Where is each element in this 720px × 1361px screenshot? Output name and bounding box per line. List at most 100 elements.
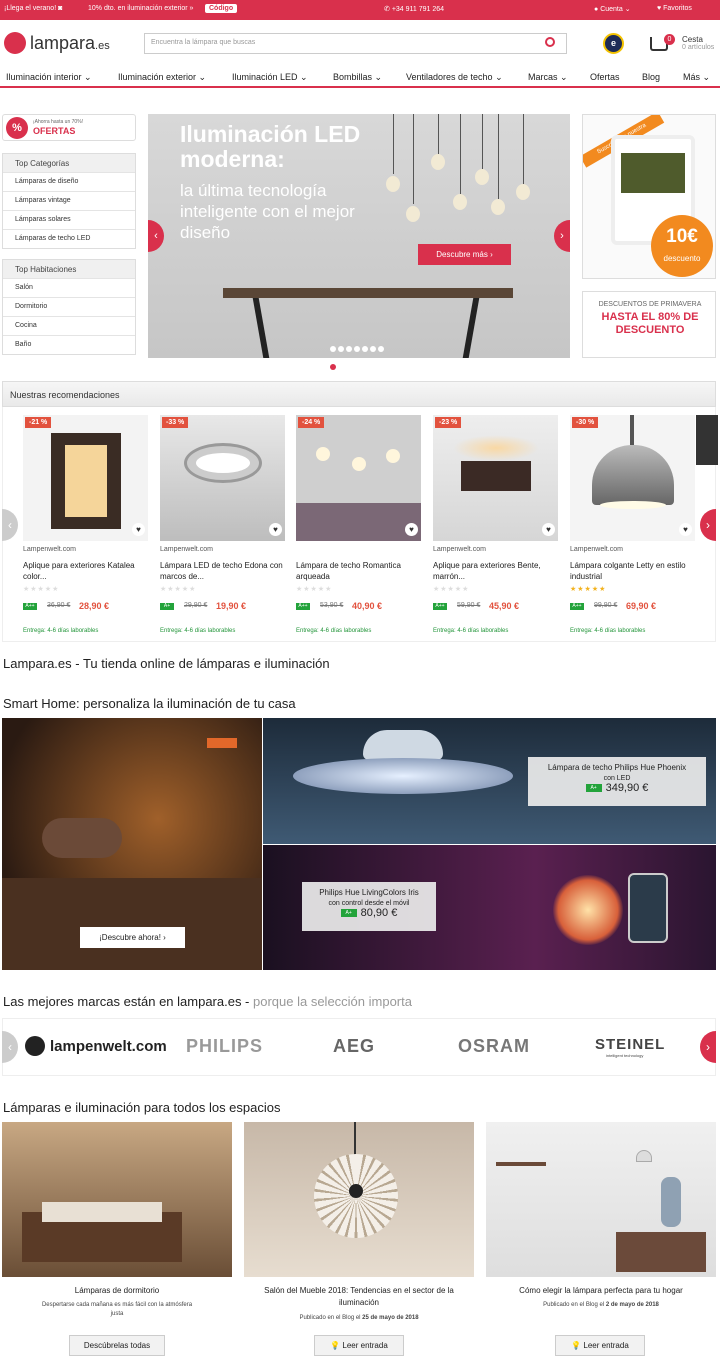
sidebar-item-living[interactable]: Salón [3, 278, 135, 297]
nav-item-more[interactable]: Más ⌄ [683, 72, 710, 83]
bulb-illustration [406, 206, 420, 222]
trusted-shops-badge[interactable]: e [603, 33, 624, 54]
product-card[interactable]: -21 % ♥ Lampenwelt.com Aplique para exte… [23, 415, 148, 640]
product-name[interactable]: Lámpara LED de techo Edona con marcos de… [160, 560, 285, 582]
product-name[interactable]: Lámpara colgante Letty en estilo industr… [570, 560, 695, 582]
product-image[interactable]: -24 % ♥ [296, 415, 421, 541]
read-post-button[interactable]: 💡 Leer entrada [555, 1335, 645, 1356]
newsletter-banner[interactable]: Suscríbete a nuestra NEWSLETTER 10€descu… [582, 114, 716, 279]
nav-item-bulbs[interactable]: Bombillas ⌄ [333, 72, 382, 83]
product-image[interactable]: -21 % ♥ [23, 415, 148, 541]
sidebar-item-kitchen[interactable]: Cocina [3, 316, 135, 335]
price: 19,90 € [216, 601, 247, 611]
heart-icon[interactable]: ♥ [405, 523, 418, 536]
slide-dot[interactable] [346, 346, 352, 352]
camera-icon: ◙ [58, 5, 63, 12]
hero-cta-button[interactable]: Descubre más › [418, 244, 511, 265]
card-subtitle: con LED [603, 775, 631, 782]
product-card[interactable]: -24 % ♥ Lámpara de techo Romantica arque… [296, 415, 421, 640]
nav-item-blog[interactable]: Blog [642, 72, 660, 82]
rating-stars: ★★★★★ [570, 586, 607, 593]
slide-dot[interactable] [330, 346, 336, 352]
brand-aeg[interactable]: AEG [333, 1036, 375, 1057]
product-name[interactable]: Aplique para exteriores Katalea color... [23, 560, 148, 582]
logo-text: lampara [30, 33, 96, 53]
space-card-title[interactable]: Cómo elegir la lámpara perfecta para tu … [486, 1285, 716, 1297]
recommendations-title: Nuestras recomendaciones [2, 381, 716, 407]
sidebar-item-led-ceiling[interactable]: Lámparas de techo LED [3, 229, 135, 248]
bedroom-image[interactable] [2, 1122, 232, 1277]
product-image[interactable]: -23 % ♥ [433, 415, 558, 541]
promo-outdoor-link[interactable]: 10% dto. en iluminación exterior » [88, 5, 193, 12]
choose-lamp-image[interactable] [486, 1122, 716, 1277]
cart-button[interactable]: 0 Cesta 0 artículos [650, 34, 720, 56]
search-input[interactable]: Encuentra la lámpara que buscas [144, 33, 567, 54]
brand-lampenwelt[interactable]: lampenwelt.com [50, 1038, 167, 1055]
product-name[interactable]: Lámpara de techo Romantica arqueada [296, 560, 421, 582]
salone-image[interactable] [244, 1122, 474, 1277]
search-button[interactable] [545, 37, 559, 51]
delivery-time: Entrega: 4-6 días laborables [160, 628, 236, 634]
heart-icon[interactable]: ♥ [132, 523, 145, 536]
nav-item-outdoor[interactable]: Iluminación exterior ⌄ [118, 72, 206, 83]
bulb-illustration [431, 154, 445, 170]
discount-badge: -33 % [162, 417, 189, 428]
sidebar-item-bedroom[interactable]: Dormitorio [3, 297, 135, 316]
site-logo[interactable]: lampara.es [4, 31, 114, 57]
read-post-button[interactable]: 💡 Leer entrada [314, 1335, 404, 1356]
spring-sale-banner[interactable]: DESCUENTOS DE PRIMAVERA HASTA EL 80% DE … [582, 291, 716, 358]
nav-item-offers[interactable]: Ofertas [590, 72, 620, 82]
sidebar-item-design[interactable]: Lámparas de diseño [3, 172, 135, 191]
hero-pagination[interactable] [330, 339, 392, 370]
heart-icon: ♥ [657, 5, 662, 12]
account-menu[interactable]: ● Cuenta ⌄ [594, 5, 631, 13]
favorites-link[interactable]: ♥ Favoritos [657, 5, 692, 12]
bulb-icon: 💡 [330, 1341, 341, 1350]
hero-slider[interactable]: Iluminación LED moderna: la última tecno… [148, 114, 570, 358]
discover-all-button[interactable]: Descúbrelas todas [69, 1335, 165, 1356]
nav-item-indoor[interactable]: Iluminación interior ⌄ [6, 72, 92, 83]
product-card[interactable]: -33 % ♥ Lampenwelt.com Lámpara LED de te… [160, 415, 285, 640]
product-image[interactable]: -30 % ♥ [570, 415, 695, 541]
sidebar-item-vintage[interactable]: Lámparas vintage [3, 191, 135, 210]
nav-item-brands[interactable]: Marcas ⌄ [528, 72, 568, 83]
product-card-hue-iris[interactable]: Philips Hue LivingColors Iris con contro… [302, 882, 436, 931]
slide-dot[interactable] [362, 346, 368, 352]
brand-osram[interactable]: OSRAM [458, 1036, 530, 1057]
product-card[interactable]: -30 % ♥ Lampenwelt.com Lámpara colgante … [570, 415, 695, 640]
slide-dot[interactable] [338, 346, 344, 352]
smart-home-cta-button[interactable]: ¡Descubre ahora! › [80, 927, 185, 948]
nav-item-fans[interactable]: Ventiladores de techo ⌄ [406, 72, 503, 83]
brand-steinel[interactable]: STEINEL [595, 1036, 665, 1053]
space-card-title[interactable]: Salón del Mueble 2018: Tendencias en el … [244, 1285, 474, 1309]
phone-number[interactable]: ✆ +34 911 791 264 [384, 5, 444, 13]
heart-icon[interactable]: ♥ [542, 523, 555, 536]
heart-icon[interactable]: ♥ [679, 523, 692, 536]
slide-dot-active[interactable] [330, 364, 336, 370]
brand-philips[interactable]: PHILIPS [186, 1036, 263, 1057]
space-card-title[interactable]: Lámparas de dormitorio [2, 1285, 232, 1297]
product-card[interactable]: -23 % ♥ Lampenwelt.com Aplique para exte… [433, 415, 558, 640]
product-image[interactable]: -33 % ♥ [160, 415, 285, 541]
top-categories-title: Top Categorías [3, 154, 135, 172]
slide-dot[interactable] [354, 346, 360, 352]
price: 69,90 € [626, 601, 657, 611]
chevron-left-icon: ‹ [8, 1040, 12, 1054]
price: 28,90 € [79, 601, 110, 611]
store-title: Lampara.es - Tu tienda online de lámpara… [3, 656, 330, 671]
nav-item-led[interactable]: Iluminación LED ⌄ [232, 72, 308, 83]
promo-code-button[interactable]: Código [205, 4, 238, 13]
sidebar-item-solar[interactable]: Lámparas solares [3, 210, 135, 229]
bulb-icon: 💡 [571, 1341, 582, 1350]
spring-sale-line1: DESCUENTOS DE PRIMAVERA [598, 301, 702, 308]
product-name[interactable]: Aplique para exteriores Bente, marrón... [433, 560, 558, 582]
slide-dot[interactable] [378, 346, 384, 352]
product-card-hue-phoenix[interactable]: Lámpara de techo Philips Hue Phoenix con… [528, 757, 706, 806]
top-rooms-title: Top Habitaciones [3, 260, 135, 278]
sidebar-item-bathroom[interactable]: Baño [3, 335, 135, 354]
heart-icon[interactable]: ♥ [269, 523, 282, 536]
energy-label: A+ [585, 784, 602, 793]
slide-dot[interactable] [370, 346, 376, 352]
promo-summer[interactable]: ¡Llega el verano! ◙ [4, 5, 62, 12]
offers-banner[interactable]: % ¡Ahorra hasta un 70%! OFERTAS [2, 114, 136, 141]
